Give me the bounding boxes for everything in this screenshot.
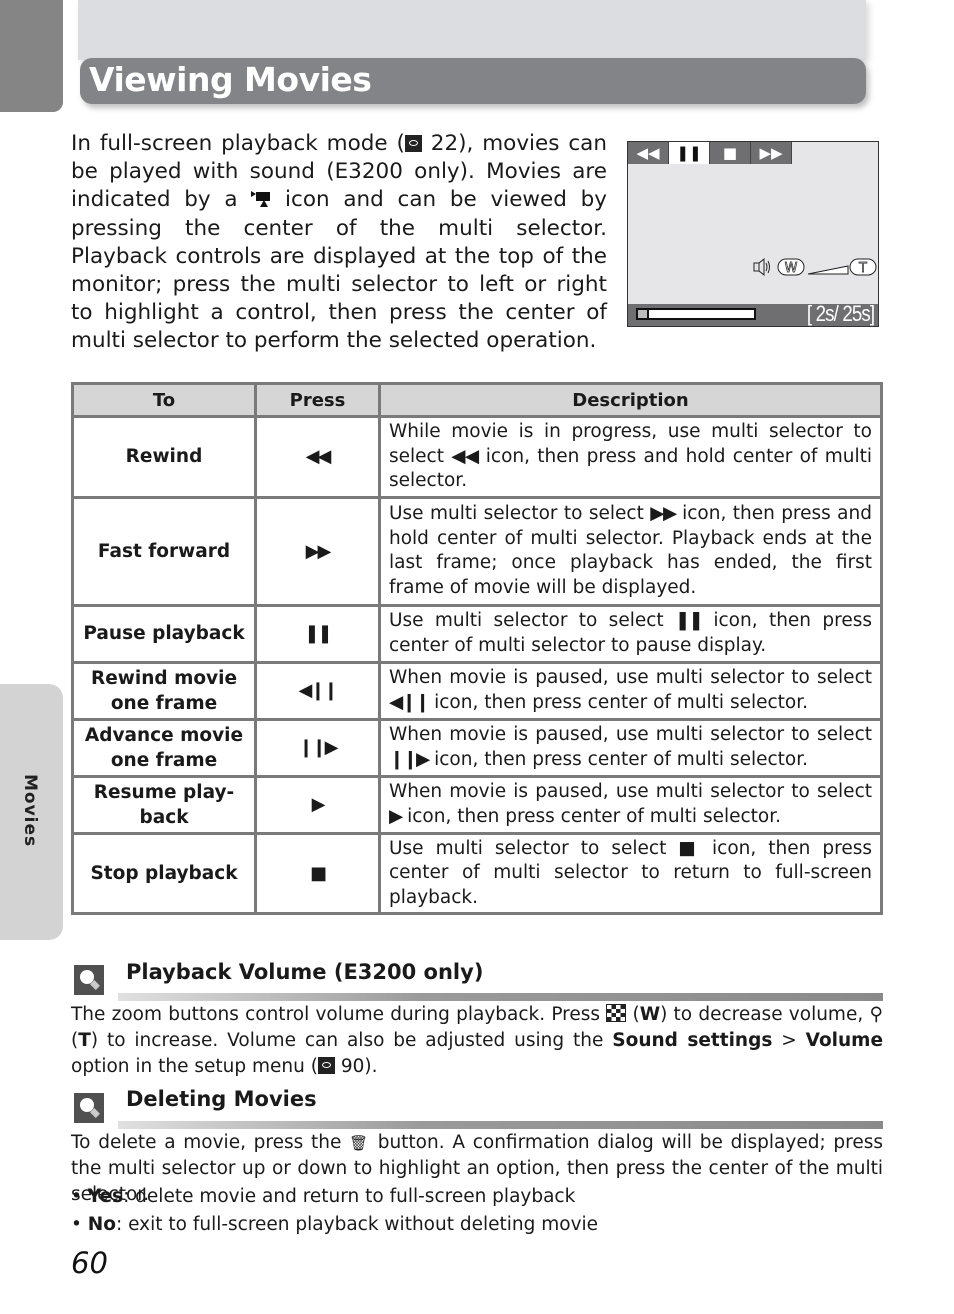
- status-bar: [ 2s/ 25s]: [628, 301, 878, 326]
- rewind-icon: ◀◀: [254, 415, 381, 499]
- action-label: Advance movie one frame: [71, 717, 257, 778]
- column-header-press: Press: [254, 382, 381, 418]
- tip-lightbulb-icon: [74, 1093, 104, 1123]
- wide-zoom-icon: [606, 1004, 627, 1022]
- pause-icon: ❚❚: [254, 603, 381, 664]
- side-tab: Movies: [0, 684, 63, 940]
- description: When movie is paused, use multi selector…: [378, 774, 883, 835]
- section-title-delete: Deleting Movies: [126, 1087, 317, 1111]
- monitor-illustration: ◀◀ ❚❚ ■ ▶▶ W T [ 2s/ 25s]: [627, 141, 879, 327]
- menu-item-sound-settings: Sound settings: [612, 1030, 773, 1051]
- description: Use multi selector to select ▶▶ icon, th…: [378, 495, 883, 607]
- speaker-icon: [753, 257, 770, 277]
- page-reference-icon: [404, 135, 422, 152]
- t-key: T: [78, 1030, 91, 1051]
- play-icon: ▶: [389, 805, 403, 827]
- description: When movie is paused, use multi selector…: [378, 660, 883, 721]
- description: Use multi selector to select ❚❚ icon, th…: [378, 603, 883, 664]
- action-label: Rewind movie one frame: [71, 660, 257, 721]
- action-label: Stop playback: [71, 831, 257, 915]
- tele-zoom-icon: ⚲: [869, 1004, 883, 1025]
- fast-forward-icon: ▶▶: [751, 142, 792, 164]
- fast-forward-icon: ▶▶: [650, 503, 678, 524]
- column-header-to: To: [71, 382, 257, 418]
- stop-icon: ■: [254, 831, 381, 915]
- action-label: Resume play-back: [71, 774, 257, 835]
- table-row: Rewind ◀◀ While movie is in progress, us…: [71, 415, 883, 499]
- delete-options-list: • Yes: delete movie and return to full-s…: [71, 1183, 883, 1239]
- volume-wedge: [807, 265, 849, 275]
- trash-icon: 🗑: [349, 1134, 370, 1152]
- progress-bar: [636, 308, 756, 320]
- page-reference-icon: [317, 1057, 335, 1074]
- pause-icon: ❚❚: [669, 142, 710, 164]
- playback-controls: ◀◀ ❚❚ ■ ▶▶: [628, 142, 792, 164]
- header-band: [78, 0, 866, 60]
- action-label: Fast forward: [71, 495, 257, 607]
- action-label: Pause playback: [71, 603, 257, 664]
- table-row: Advance movie one frame ❙❙▶ When movie i…: [71, 717, 883, 778]
- volume-scale: W T: [753, 257, 877, 277]
- list-item: • Yes: delete movie and return to full-s…: [71, 1186, 576, 1207]
- page-title: Viewing Movies: [89, 60, 372, 99]
- frame-advance-icon: ❙❙▶: [254, 717, 381, 778]
- description: Use multi selector to select ■ icon, the…: [378, 831, 883, 915]
- tip-lightbulb-icon: [74, 965, 104, 995]
- description: While movie is in progress, use multi se…: [378, 415, 883, 499]
- table-row: Fast forward ▶▶ Use multi selector to se…: [71, 495, 883, 607]
- t-label: T: [858, 261, 867, 276]
- table-row: Resume play-back ▶ When movie is paused,…: [71, 774, 883, 835]
- menu-item-volume: Volume: [805, 1030, 883, 1051]
- frame-advance-icon: ❙❙▶: [389, 748, 430, 770]
- table-row: Rewind movie one frame ◀❙❙ When movie is…: [71, 660, 883, 721]
- table-row: Pause playback ❚❚ Use multi selector to …: [71, 603, 883, 664]
- movie-icon: [251, 190, 271, 208]
- w-key: W: [639, 1004, 661, 1025]
- table-header-row: To Press Description: [71, 382, 883, 418]
- intro-paragraph: In full-screen playback mode ( 22), movi…: [71, 130, 607, 356]
- volume-paragraph: The zoom buttons control volume during p…: [71, 1004, 883, 1077]
- description: When movie is paused, use multi selector…: [378, 717, 883, 778]
- intro-text: In full-screen playback mode (: [71, 131, 405, 156]
- stop-icon: ■: [678, 837, 702, 859]
- title-bar: Viewing Movies: [80, 58, 866, 104]
- playback-controls-table: To Press Description Rewind ◀◀ While mov…: [71, 382, 883, 915]
- chapter-tab-top: [0, 0, 63, 112]
- pause-icon: ❚❚: [675, 610, 704, 631]
- list-item: • No: exit to full-screen playback witho…: [71, 1214, 599, 1235]
- frame-back-icon: ◀❙❙: [389, 691, 430, 713]
- page-reference: 90: [340, 1056, 365, 1077]
- section-rule: [118, 993, 883, 1001]
- rewind-icon: ◀◀: [628, 142, 669, 164]
- stop-icon: ■: [710, 142, 751, 164]
- fast-forward-icon: ▶▶: [254, 495, 381, 607]
- w-label: W: [785, 261, 798, 276]
- frame-back-icon: ◀❙❙: [254, 660, 381, 721]
- table-row: Stop playback ■ Use multi selector to se…: [71, 831, 883, 915]
- progress-fill: [638, 310, 650, 318]
- column-header-description: Description: [378, 382, 883, 418]
- volume-indicator: W T: [752, 256, 878, 278]
- play-icon: ▶: [254, 774, 381, 835]
- rewind-icon: ◀◀: [451, 445, 480, 467]
- page-reference: 22: [430, 131, 459, 156]
- side-tab-label: Movies: [20, 774, 40, 848]
- page-number: 60: [71, 1246, 108, 1280]
- time-readout: [ 2s/ 25s]: [806, 301, 875, 326]
- section-title-volume: Playback Volume (E3200 only): [126, 960, 484, 984]
- action-label: Rewind: [71, 415, 257, 499]
- section-rule: [118, 1121, 883, 1129]
